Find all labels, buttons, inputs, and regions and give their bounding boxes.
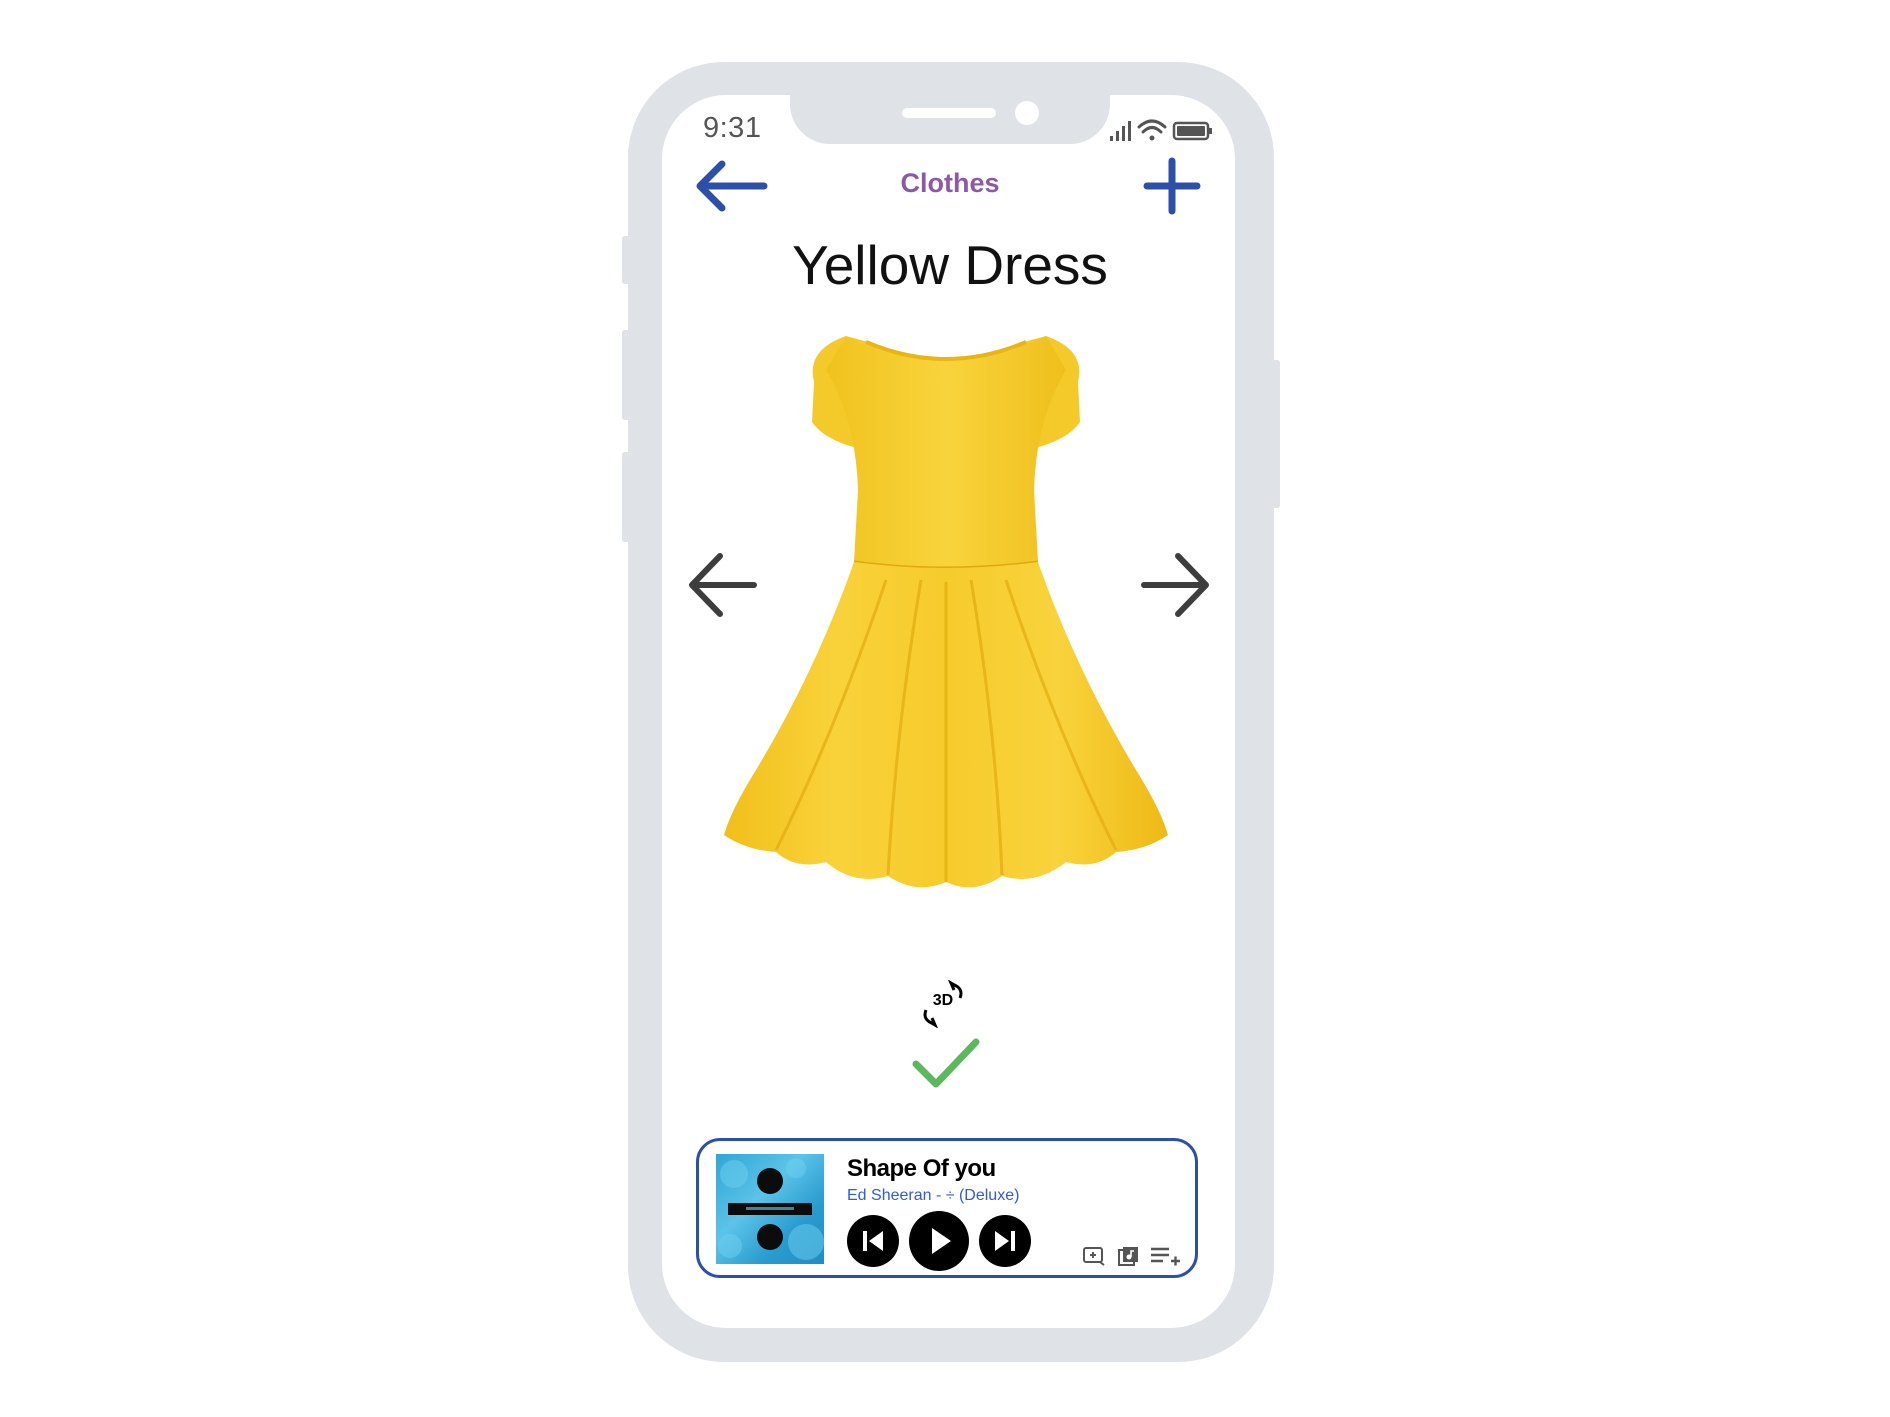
arrow-left-icon xyxy=(696,160,768,212)
plus-icon xyxy=(1143,157,1201,215)
phone-power-button xyxy=(1272,360,1280,508)
previous-track-button[interactable] xyxy=(847,1215,899,1267)
confirm-button[interactable] xyxy=(910,1036,982,1092)
page-title: Clothes xyxy=(900,168,1000,198)
divide-album-art xyxy=(718,1158,824,1260)
signal-icon xyxy=(1110,121,1131,141)
battery-icon xyxy=(1172,121,1212,141)
front-camera xyxy=(1015,101,1039,125)
play-button[interactable] xyxy=(909,1211,969,1271)
back-button[interactable] xyxy=(692,158,768,214)
status-icons xyxy=(1110,119,1212,141)
previous-item-button[interactable] xyxy=(684,550,758,620)
yellow-dress-image xyxy=(724,336,1168,888)
phone-volume-down-button xyxy=(622,452,630,542)
cast-icon[interactable] xyxy=(1082,1245,1106,1267)
view-3d-label: 3D xyxy=(932,992,954,1009)
speaker-grille xyxy=(902,108,996,118)
arrow-right-icon xyxy=(1141,553,1209,617)
play-icon xyxy=(932,1228,951,1254)
next-item-button[interactable] xyxy=(1140,550,1214,620)
checkmark-icon xyxy=(912,1038,980,1088)
status-time: 9:31 xyxy=(703,112,762,144)
song-artist[interactable]: Ed Sheeran - ÷ (Deluxe) xyxy=(847,1187,1019,1205)
next-track-button[interactable] xyxy=(979,1215,1031,1267)
song-title: Shape Of you xyxy=(847,1155,996,1182)
skip-previous-icon xyxy=(863,1231,883,1251)
library-icon[interactable] xyxy=(1117,1245,1141,1267)
item-title: Yellow Dress xyxy=(792,234,1108,296)
arrow-left-icon xyxy=(689,553,757,617)
music-player[interactable]: Shape Of you Ed Sheeran - ÷ (Deluxe) xyxy=(696,1138,1198,1278)
queue-add-icon[interactable] xyxy=(1149,1245,1181,1267)
wifi-icon xyxy=(1137,119,1167,141)
album-art xyxy=(716,1154,824,1264)
phone-volume-up-button xyxy=(622,330,630,420)
view-3d-button[interactable]: 3D xyxy=(918,980,968,1028)
skip-next-icon xyxy=(995,1231,1015,1251)
phone-silent-switch xyxy=(622,236,630,284)
add-button[interactable] xyxy=(1142,156,1202,216)
